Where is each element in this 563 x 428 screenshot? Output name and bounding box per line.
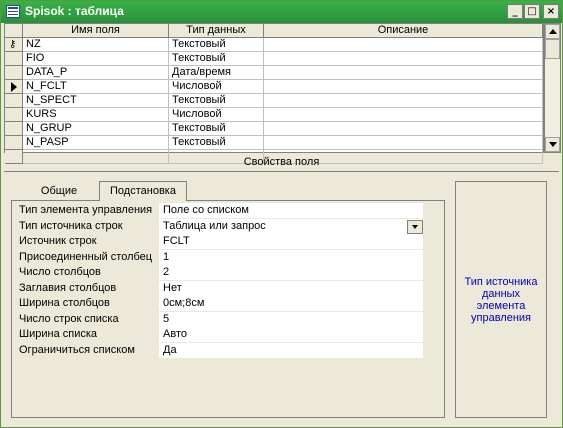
scroll-thumb[interactable]	[545, 39, 560, 59]
tab-lookup[interactable]: Подстановка	[99, 181, 187, 201]
row-selector[interactable]	[5, 122, 23, 136]
data-type-cell[interactable]: Текстовый	[169, 136, 264, 150]
column-header-field-name: Имя поля	[23, 24, 169, 38]
property-label: Заглавия столбцов	[19, 281, 117, 294]
description-cell[interactable]	[264, 38, 543, 52]
maximize-button[interactable]: □	[524, 4, 540, 19]
table-row[interactable]: KURS Числовой	[5, 108, 543, 122]
row-selector[interactable]	[5, 66, 23, 80]
field-name-cell[interactable]: DATA_P	[23, 66, 169, 80]
field-name-cell[interactable]: N_GRUP	[23, 122, 169, 136]
table-row[interactable]: N_GRUP Текстовый	[5, 122, 543, 136]
properties-header: Свойства поля	[243, 156, 320, 168]
column-header-data-type: Тип данных	[169, 24, 264, 38]
tab-general[interactable]: Общие	[21, 182, 97, 201]
description-cell[interactable]	[264, 108, 543, 122]
property-value-field[interactable]: Нет	[159, 280, 423, 296]
grid-vertical-scrollbar[interactable]	[544, 23, 561, 153]
property-label: Число столбцов	[19, 266, 101, 278]
scroll-up-button[interactable]	[545, 24, 560, 39]
data-type-cell[interactable]: Дата/время	[169, 66, 264, 80]
table-row[interactable]: FIO Текстовый	[5, 52, 543, 66]
minimize-button[interactable]: _	[507, 4, 523, 19]
field-name-cell[interactable]: N_SPECT	[23, 94, 169, 108]
property-label: Число строк списка	[19, 312, 119, 325]
property-help-text: Тип источника данных элемента управления	[464, 275, 538, 324]
data-type-cell[interactable]: Текстовый	[169, 38, 264, 52]
table-design-window: Spisok : таблица _ □ × Имя поля Тип данн…	[0, 0, 563, 428]
table-row[interactable]: ⚷ NZ Текстовый	[5, 38, 543, 52]
description-cell[interactable]	[264, 52, 543, 66]
description-cell[interactable]	[264, 66, 543, 80]
row-selector[interactable]	[5, 94, 23, 108]
property-label: Ширина списка	[19, 328, 98, 340]
grid-header: Имя поля Тип данных Описание	[5, 24, 543, 38]
property-label: Тип элемента управления	[19, 204, 153, 216]
property-label: Присоединенный столбец	[19, 250, 153, 263]
divider	[4, 171, 559, 172]
window-title: Spisok : таблица	[25, 4, 124, 18]
field-name-cell[interactable]: FIO	[23, 52, 169, 66]
field-name-cell[interactable]: N_PASP	[23, 136, 169, 150]
property-value-field[interactable]: Авто	[159, 327, 423, 342]
property-label: Ширина столбцов	[19, 297, 110, 309]
row-selector[interactable]	[5, 136, 23, 150]
field-name-cell[interactable]: N_FCLT	[23, 80, 169, 94]
chevron-down-icon	[412, 224, 418, 229]
table-row[interactable]: N_SPECT Текстовый	[5, 94, 543, 108]
property-value-field[interactable]: Таблица или запрос	[159, 218, 423, 234]
column-header-description: Описание	[264, 24, 543, 38]
property-value-field[interactable]: FCLT	[159, 234, 423, 249]
table-row[interactable]: N_FCLT Числовой	[5, 80, 543, 94]
property-value-field[interactable]: 1	[159, 249, 423, 265]
property-value-field[interactable]: Поле со списком	[159, 203, 423, 218]
data-type-cell[interactable]: Числовой	[169, 108, 264, 122]
description-cell[interactable]	[264, 94, 543, 108]
row-selector[interactable]: ⚷	[5, 38, 23, 52]
row-selector[interactable]	[5, 80, 23, 94]
arrow-down-icon	[549, 142, 557, 147]
property-label: Тип источника строк	[19, 219, 123, 232]
row-source-type-dropdown-button[interactable]	[407, 219, 423, 234]
description-cell[interactable]	[264, 80, 543, 94]
table-row[interactable]: DATA_P Дата/время	[5, 66, 543, 80]
key-icon: ⚷	[9, 39, 17, 50]
property-help-box: Тип источника данных элемента управления	[455, 181, 547, 418]
data-type-cell[interactable]: Текстовый	[169, 52, 264, 66]
row-selector[interactable]	[5, 108, 23, 122]
description-cell[interactable]	[264, 136, 543, 150]
title-bar[interactable]: Spisok : таблица _ □ ×	[1, 1, 562, 23]
description-cell[interactable]	[264, 122, 543, 136]
row-selector[interactable]	[5, 52, 23, 66]
data-type-cell[interactable]: Текстовый	[169, 94, 264, 108]
property-value-field[interactable]: 0см;8см	[159, 296, 423, 311]
field-name-cell[interactable]: KURS	[23, 108, 169, 122]
property-label: Источник строк	[19, 235, 97, 247]
data-type-cell[interactable]: Числовой	[169, 80, 264, 94]
property-value-field[interactable]: 5	[159, 311, 423, 327]
arrow-up-icon	[549, 29, 557, 34]
current-row-arrow-icon	[11, 82, 17, 92]
field-name-cell[interactable]: NZ	[23, 38, 169, 52]
field-grid: Имя поля Тип данных Описание ⚷ NZ Текстовы…	[4, 23, 544, 164]
property-value-field[interactable]: Да	[159, 342, 423, 358]
close-button[interactable]: ×	[543, 4, 559, 19]
property-value-field[interactable]: 2	[159, 265, 423, 280]
scroll-down-button[interactable]	[545, 137, 560, 152]
table-icon	[6, 5, 20, 18]
table-row[interactable]: N_PASP Текстовый	[5, 136, 543, 150]
data-type-cell[interactable]: Текстовый	[169, 122, 264, 136]
row-selector-header	[5, 24, 23, 38]
property-label: Ограничиться списком	[19, 343, 135, 356]
